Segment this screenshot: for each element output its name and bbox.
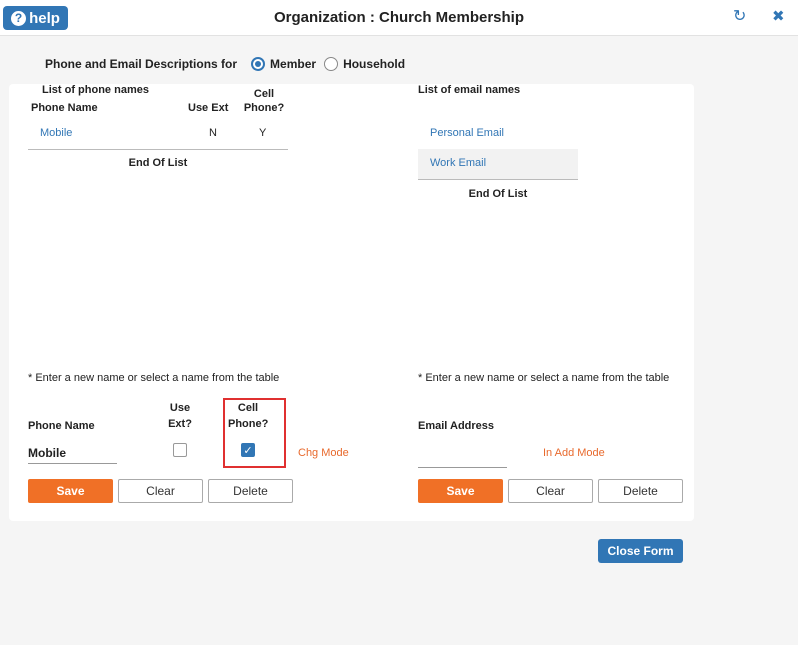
email-hint: * Enter a new name or select a name from… xyxy=(418,372,670,384)
radio-household-label[interactable]: Household xyxy=(343,57,405,71)
question-icon: ? xyxy=(11,10,27,26)
email-save-button[interactable]: Save xyxy=(418,479,503,503)
email-clear-button[interactable]: Clear xyxy=(508,479,593,503)
use-ext-checkbox[interactable] xyxy=(173,443,187,457)
phone-list-title: List of phone names xyxy=(42,84,149,96)
phone-mode-status: Chg Mode xyxy=(298,447,349,459)
email-list-title: List of email names xyxy=(418,84,521,96)
use-ext-label-line1: Use xyxy=(169,402,191,414)
refresh-icon[interactable]: ↻ xyxy=(733,9,747,25)
title-bar: ? help Organization : Church Membership … xyxy=(0,0,798,36)
window-title: Organization : Church Membership xyxy=(273,9,525,26)
phone-header-name: Phone Name xyxy=(31,102,98,114)
email-delete-button[interactable]: Delete xyxy=(598,479,683,503)
close-form-button[interactable]: Close Form xyxy=(598,539,683,563)
phone-row-divider xyxy=(28,149,288,150)
phone-row-cell[interactable]: Y xyxy=(259,127,266,139)
phone-clear-button[interactable]: Clear xyxy=(118,479,203,503)
phone-name-label: Phone Name xyxy=(28,420,95,432)
email-row-divider xyxy=(418,179,578,180)
use-ext-label-line2: Ext? xyxy=(168,418,192,430)
phone-delete-button[interactable]: Delete xyxy=(208,479,293,503)
radio-member[interactable] xyxy=(251,57,266,71)
description-selector: Phone and Email Descriptions for Member … xyxy=(45,55,407,73)
phone-name-underline xyxy=(28,463,117,464)
email-row-work[interactable]: Work Email xyxy=(430,157,486,169)
radio-household[interactable] xyxy=(324,57,339,71)
email-end-of-list: End Of List xyxy=(468,188,528,200)
phone-row-name[interactable]: Mobile xyxy=(40,127,72,139)
phone-row-use-ext[interactable]: N xyxy=(209,127,217,139)
email-mode-status: In Add Mode xyxy=(543,447,605,459)
phone-header-cell-line1: Cell xyxy=(253,88,275,100)
phone-name-input[interactable]: Mobile xyxy=(28,446,66,460)
email-row-personal[interactable]: Personal Email xyxy=(430,127,504,139)
phone-save-button[interactable]: Save xyxy=(28,479,113,503)
email-address-input[interactable] xyxy=(418,446,507,462)
phone-header-use-ext: Use Ext xyxy=(188,102,229,114)
phone-header-cell-line2: Phone? xyxy=(243,102,285,114)
radio-member-label[interactable]: Member xyxy=(270,57,316,71)
help-button[interactable]: ? help xyxy=(3,6,68,30)
help-label: help xyxy=(29,9,60,27)
phone-hint: * Enter a new name or select a name from… xyxy=(28,372,280,384)
close-icon[interactable]: ✖ xyxy=(772,9,786,25)
highlight-box xyxy=(223,398,286,468)
phone-end-of-list: End Of List xyxy=(128,157,188,169)
email-address-underline xyxy=(418,467,507,468)
email-address-label: Email Address xyxy=(418,420,495,432)
description-label: Phone and Email Descriptions for xyxy=(45,57,238,71)
